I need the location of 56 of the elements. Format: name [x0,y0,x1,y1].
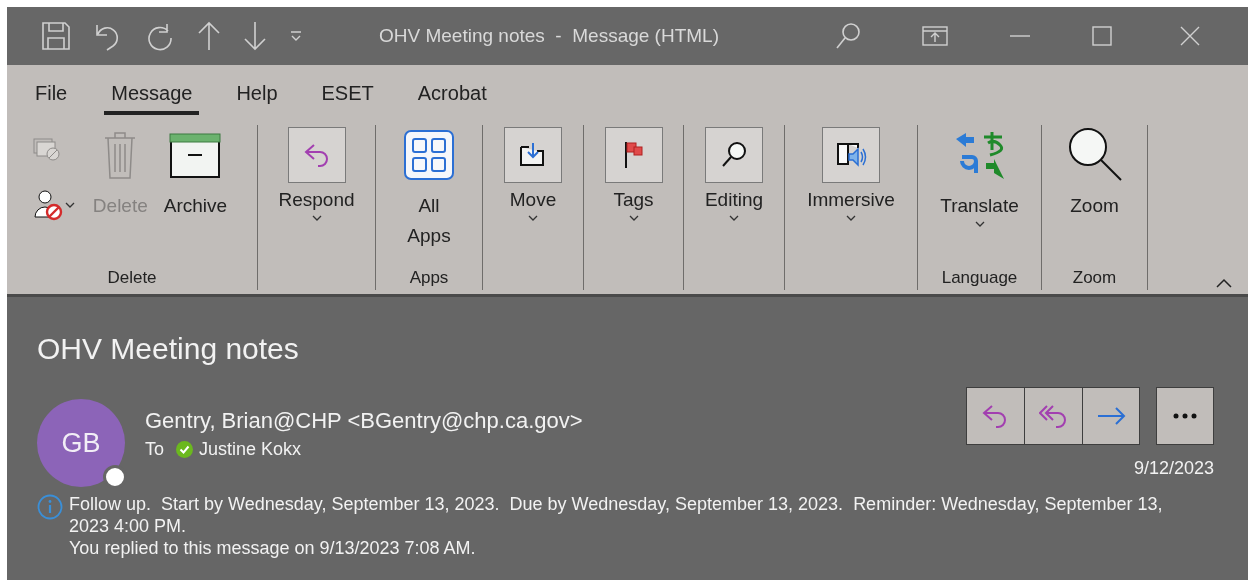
forward-icon [1096,406,1126,426]
ribbon-tab[interactable]: Message [104,78,200,115]
reply-icon [287,127,346,183]
message-date: 9/12/2023 [1133,457,1214,480]
ribbon-button[interactable]: Immersive [803,125,899,290]
group-label: Language [940,267,1019,289]
more-options-button[interactable] [1156,387,1214,445]
info-text: You replied to this message on 9/13/2023 7:08 AM. [69,537,477,559]
reply-button[interactable] [967,388,1025,444]
search-icon[interactable] [834,21,862,51]
ribbon-button[interactable]: Editing [700,125,768,290]
flag-icon [604,127,663,183]
ribbon-tab[interactable]: File [28,78,75,115]
sender: Gentry, Brian@CHP <BGentry@chp.ca.gov> [145,407,583,435]
move-folder-icon [504,127,562,183]
ribbon-tab[interactable]: ESET [314,78,381,115]
recipient[interactable]: Justine Kokx [199,436,302,463]
collapse-ribbon-icon[interactable] [1216,278,1232,288]
customize-caret-icon[interactable] [289,30,303,42]
ribbon-button[interactable]: Zoom [1061,125,1128,266]
ribbon-button[interactable]: Tags [600,125,667,290]
group-label: Apps [408,267,450,289]
archive-box-icon [169,131,222,179]
save-icon[interactable] [41,21,71,51]
close-icon[interactable] [1180,26,1200,46]
down-arrow-icon[interactable] [243,21,267,51]
search-icon [705,127,763,183]
window-title: OHV Meeting notes - Message (HTML) [379,23,720,48]
reply-all-icon [1038,402,1069,430]
more-icon [1173,413,1197,419]
maximize-icon[interactable] [1092,26,1112,46]
apps-grid-icon [404,130,454,180]
info-text: Follow up. Start by Wednesday, September 13, 2023. Due by Wednesday, September 13, 2023. Reminder: Wednesday, September 13, 2023 4:00 PM. [69,493,1164,537]
minimize-icon[interactable] [1010,34,1030,38]
avatar: GB [37,399,125,487]
reply-all-button[interactable] [1025,388,1083,444]
ribbon-button[interactable]: Respond [274,125,359,290]
checkmark-icon [176,441,193,458]
ribbon-tab[interactable]: Acrobat [410,78,494,115]
to-label: To [145,438,164,461]
group-label: Zoom [1071,267,1118,289]
ribbon-tab[interactable]: Help [229,78,285,115]
group-label: Delete [106,267,158,289]
ignore-icon[interactable] [32,137,61,161]
forward-button[interactable] [1083,388,1139,444]
block-sender-icon[interactable] [32,189,77,221]
ribbon-button[interactable]: All Apps [400,125,458,266]
ribbon-button[interactable]: Archive [159,125,232,266]
message-subject: OHV Meeting notes [37,331,300,367]
ribbon-display-icon[interactable] [922,25,948,47]
up-arrow-icon[interactable] [197,21,221,51]
ribbon-button[interactable]: Translate [936,125,1023,266]
redo-icon[interactable] [145,21,175,51]
info-icon [37,494,63,520]
reader-speaker-icon [822,127,880,183]
ribbon-button[interactable]: Move [500,125,566,290]
